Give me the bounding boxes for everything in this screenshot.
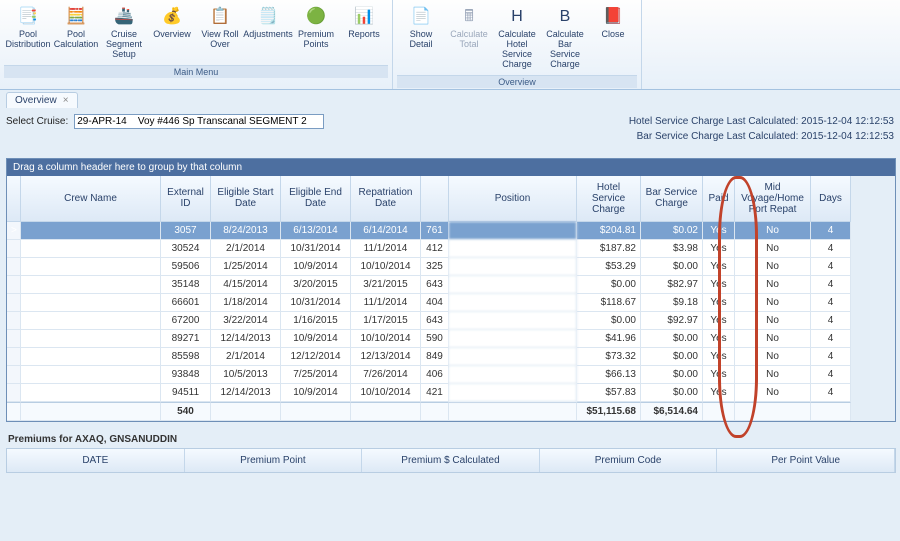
premiums-col-header[interactable]: DATE: [7, 449, 185, 472]
table-row[interactable]: 8927112/14/201310/9/201410/10/2014590 $4…: [7, 330, 895, 348]
ribbon-btn-icon: 🖩: [455, 6, 483, 28]
premiums-title: Premiums for AXAQ, GNSANUDDIN: [8, 434, 896, 445]
col-header-4[interactable]: Eligible End Date: [281, 176, 351, 222]
ribbon-btn-icon: 🧮: [62, 6, 90, 28]
col-header-9[interactable]: Bar Service Charge: [641, 176, 703, 222]
col-header-0[interactable]: [7, 176, 21, 222]
col-header-12[interactable]: Days: [811, 176, 851, 222]
ribbon-group-overview-label: Overview: [397, 75, 637, 88]
ribbon-btn-cruise-segment-setup[interactable]: 🚢Cruise Segment Setup: [100, 3, 148, 63]
ribbon-btn-icon: 📄: [407, 6, 435, 28]
ribbon-btn-premium-points[interactable]: 🟢Premium Points: [292, 3, 340, 63]
col-header-2[interactable]: External ID: [161, 176, 211, 222]
ribbon-btn-icon: H: [503, 6, 531, 28]
col-header-3[interactable]: Eligible Start Date: [211, 176, 281, 222]
premiums-col-header[interactable]: Premium Code: [540, 449, 718, 472]
col-header-8[interactable]: Hotel Service Charge: [577, 176, 641, 222]
ribbon-group-overview: 📄Show Detail🖩Calculate TotalHCalculate H…: [393, 0, 642, 89]
ribbon-btn-calculate-bar-service-charge[interactable]: BCalculate Bar Service Charge: [541, 3, 589, 73]
ribbon-btn-icon: 📕: [599, 6, 627, 28]
premiums-col-header[interactable]: Per Point Value: [717, 449, 895, 472]
bar-svc-last-calc: Bar Service Charge Last Calculated: 2015…: [629, 129, 894, 144]
service-charge-status: Hotel Service Charge Last Calculated: 20…: [629, 114, 894, 144]
table-row[interactable]: 9451112/14/201310/9/201410/10/2014421 $5…: [7, 384, 895, 402]
select-row: Select Cruise: Hotel Service Charge Last…: [0, 108, 900, 144]
ribbon-btn-overview[interactable]: 💰Overview: [148, 3, 196, 63]
table-row[interactable]: 855982/1/201412/12/201412/13/2014849 $73…: [7, 348, 895, 366]
ribbon-btn-show-detail[interactable]: 📄Show Detail: [397, 3, 445, 73]
ribbon-btn-adjustments[interactable]: 🗒️Adjustments: [244, 3, 292, 63]
hotel-svc-last-calc: Hotel Service Charge Last Calculated: 20…: [629, 114, 894, 129]
grid-header: Crew NameExternal IDEligible Start DateE…: [7, 176, 895, 222]
grid-totals-row: 540$51,115.68$6,514.64: [7, 402, 895, 421]
ribbon-btn-icon: 🗒️: [254, 6, 282, 28]
table-row[interactable]: > 30578/24/20136/13/20146/14/2014761 $20…: [7, 222, 895, 240]
col-header-7[interactable]: Position: [449, 176, 577, 222]
ribbon-btn-icon: 🟢: [302, 6, 330, 28]
table-row[interactable]: 595061/25/201410/9/201410/10/2014325 $53…: [7, 258, 895, 276]
table-row[interactable]: 351484/15/20143/20/20153/21/2015643 $0.0…: [7, 276, 895, 294]
premiums-section: Premiums for AXAQ, GNSANUDDIN DATEPremiu…: [6, 434, 896, 473]
col-header-1[interactable]: Crew Name: [21, 176, 161, 222]
ribbon: 📑Pool Distribution🧮Pool Calculation🚢Crui…: [0, 0, 900, 90]
ribbon-btn-icon: 📑: [14, 6, 42, 28]
col-header-6[interactable]: [421, 176, 449, 222]
tabstrip: Overview ×: [0, 90, 900, 108]
tab-overview[interactable]: Overview ×: [6, 92, 78, 108]
table-row[interactable]: 672003/22/20141/16/20151/17/2015643 $0.0…: [7, 312, 895, 330]
tab-overview-label: Overview: [15, 95, 57, 106]
ribbon-btn-icon: 💰: [158, 6, 186, 28]
col-header-10[interactable]: Paid: [703, 176, 735, 222]
ribbon-btn-icon: 🚢: [110, 6, 138, 28]
table-row[interactable]: 666011/18/201410/31/201411/1/2014404 $11…: [7, 294, 895, 312]
grid: Drag a column header here to group by th…: [6, 158, 896, 422]
ribbon-btn-calculate-hotel-service-charge[interactable]: HCalculate Hotel Service Charge: [493, 3, 541, 73]
ribbon-btn-icon: 📊: [350, 6, 378, 28]
select-cruise-label: Select Cruise:: [6, 116, 68, 127]
ribbon-btn-icon: B: [551, 6, 579, 28]
select-cruise-input[interactable]: [74, 114, 324, 129]
premiums-header: DATEPremium PointPremium $ CalculatedPre…: [6, 448, 896, 473]
ribbon-btn-pool-calculation[interactable]: 🧮Pool Calculation: [52, 3, 100, 63]
ribbon-btn-pool-distribution[interactable]: 📑Pool Distribution: [4, 3, 52, 63]
ribbon-group-main-label: Main Menu: [4, 65, 388, 78]
ribbon-btn-calculate-total: 🖩Calculate Total: [445, 3, 493, 73]
premiums-col-header[interactable]: Premium $ Calculated: [362, 449, 540, 472]
premiums-col-header[interactable]: Premium Point: [185, 449, 363, 472]
ribbon-btn-view-roll-over[interactable]: 📋View Roll Over: [196, 3, 244, 63]
col-header-5[interactable]: Repatriation Date: [351, 176, 421, 222]
table-row[interactable]: 9384810/5/20137/25/20147/26/2014406 $66.…: [7, 366, 895, 384]
ribbon-btn-icon: 📋: [206, 6, 234, 28]
col-header-11[interactable]: Mid Voyage/Home Port Repat: [735, 176, 811, 222]
group-by-prompt[interactable]: Drag a column header here to group by th…: [7, 159, 895, 176]
ribbon-group-main: 📑Pool Distribution🧮Pool Calculation🚢Crui…: [0, 0, 393, 89]
close-icon[interactable]: ×: [63, 95, 69, 106]
table-row[interactable]: 305242/1/201410/31/201411/1/2014412 $187…: [7, 240, 895, 258]
ribbon-btn-close[interactable]: 📕Close: [589, 3, 637, 73]
ribbon-btn-reports[interactable]: 📊Reports: [340, 3, 388, 63]
